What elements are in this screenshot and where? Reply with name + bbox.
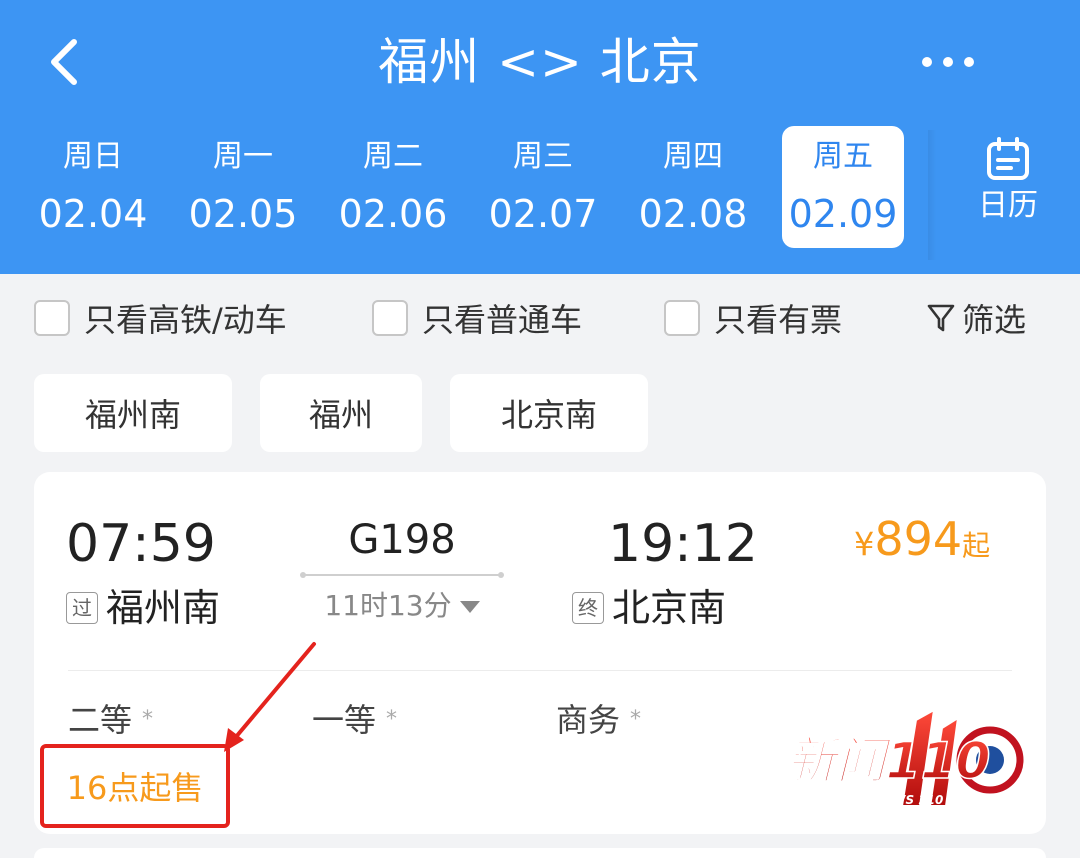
watermark-text: 新闻110: [786, 732, 990, 790]
filter-label: 筛选: [962, 301, 1027, 339]
departure-station: 过 福州南: [66, 584, 220, 632]
station-chip-beijing-south[interactable]: 北京南: [450, 374, 648, 452]
date-tab-0207[interactable]: 周三 02.07: [482, 126, 604, 248]
date-value: 02.05: [188, 192, 298, 236]
station-chip-fuzhou-south[interactable]: 福州南: [34, 374, 232, 452]
date-weekday: 周二: [363, 139, 423, 174]
arrival-time: 19:12: [608, 514, 758, 574]
date-value: 02.09: [788, 192, 898, 236]
normal-train-only-checkbox[interactable]: 只看普通车: [372, 298, 583, 339]
arrival-station-name: 北京南: [612, 586, 727, 630]
departure-time: 07:59: [66, 514, 216, 574]
train-card[interactable]: 07:59 过 福州南 G198 11时13分 19:12 终 北京南 ¥894…: [34, 472, 1046, 834]
date-tab-0208[interactable]: 周四 02.08: [632, 126, 754, 248]
more-dot-icon: [922, 57, 932, 67]
filter-button[interactable]: 筛选: [926, 298, 1027, 339]
price-currency: ¥: [854, 525, 875, 563]
arrival-station: 终 北京南: [572, 584, 726, 632]
date-tab-0204[interactable]: 周日 02.04: [32, 126, 154, 248]
seat-second-class: 二等 *: [68, 700, 153, 740]
more-dot-icon: [964, 57, 974, 67]
trip-duration[interactable]: 11时13分: [302, 588, 502, 624]
seat-availability: *: [386, 707, 398, 732]
card-divider: [68, 670, 1012, 671]
pass-through-badge: 过: [66, 592, 98, 624]
top-header: 福州 <> 北京 周日 02.04 周一 02.05 周二 02.06 周三 0…: [0, 0, 1080, 274]
calendar-divider: [928, 130, 936, 260]
date-selector: 周日 02.04 周一 02.05 周二 02.06 周三 02.07 周四 0…: [18, 126, 908, 248]
checkbox-icon: [372, 300, 408, 336]
terminal-badge: 终: [572, 592, 604, 624]
date-weekday: 周四: [663, 139, 723, 174]
more-dot-icon: [943, 57, 953, 67]
date-value: 02.07: [488, 192, 598, 236]
duration-text: 11时13分: [324, 589, 452, 622]
sale-notice: 16点起售: [66, 769, 204, 807]
station-chip-fuzhou[interactable]: 福州: [260, 374, 422, 452]
funnel-icon: [927, 304, 955, 332]
news110-logo: 新闻110 NEWS 110: [785, 708, 1024, 807]
date-weekday: 周一: [213, 139, 273, 174]
checkbox-label: 只看普通车: [422, 301, 583, 339]
date-value: 02.04: [38, 192, 148, 236]
calendar-icon: [987, 137, 1029, 180]
date-weekday: 周三: [513, 139, 573, 174]
price-amount: 894: [874, 512, 963, 566]
train-number: G198: [348, 517, 456, 563]
more-options-button[interactable]: [918, 40, 978, 84]
seat-availability: *: [142, 707, 154, 732]
seat-availability: *: [630, 707, 642, 732]
calendar-label: 日历: [978, 188, 1038, 223]
departure-station-name: 福州南: [106, 586, 221, 630]
available-only-checkbox[interactable]: 只看有票: [664, 298, 843, 339]
date-value: 02.08: [638, 192, 748, 236]
date-tab-0205[interactable]: 周一 02.05: [182, 126, 304, 248]
date-tab-0206[interactable]: 周二 02.06: [332, 126, 454, 248]
date-tab-0209-selected[interactable]: 周五 02.09: [782, 126, 904, 248]
seat-name: 二等: [68, 701, 133, 739]
checkbox-icon: [34, 300, 70, 336]
route-line: [300, 572, 504, 578]
date-weekday: 周五: [813, 139, 873, 174]
date-weekday: 周日: [63, 139, 123, 174]
watermark-sub: NEWS 110: [874, 793, 943, 807]
price: ¥894起: [854, 512, 990, 566]
sale-time-annotation: 16点起售: [40, 744, 230, 828]
checkbox-label: 只看有票: [714, 301, 843, 339]
seat-name: 一等: [312, 701, 377, 739]
seat-name: 商务: [556, 701, 621, 739]
seat-business-class: 商务 *: [556, 700, 641, 740]
high-speed-only-checkbox[interactable]: 只看高铁/动车: [34, 298, 287, 339]
date-value: 02.06: [338, 192, 448, 236]
checkbox-icon: [664, 300, 700, 336]
checkbox-label: 只看高铁/动车: [84, 301, 287, 339]
caret-down-icon: [459, 601, 480, 613]
price-suffix: 起: [962, 529, 991, 562]
seat-first-class: 一等 *: [312, 700, 397, 740]
next-card-edge: [34, 848, 1046, 858]
calendar-button[interactable]: 日历: [966, 136, 1050, 236]
filter-row: 只看高铁/动车 只看普通车 只看有票 筛选: [0, 290, 1080, 344]
